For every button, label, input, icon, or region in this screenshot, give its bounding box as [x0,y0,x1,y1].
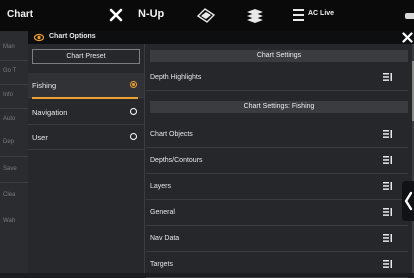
radio-icon[interactable] [130,133,137,140]
preset-option-fishing[interactable]: Fishing [28,73,144,98]
bg-item: Info [3,92,14,98]
menu-lines-icon[interactable] [383,260,393,268]
bg-item: Man [3,44,15,50]
row-label: Depths/Contours [150,157,203,164]
row-targets[interactable]: Targets [146,252,408,278]
close-pane-icon[interactable] [109,8,123,22]
preset-label: Navigation [32,108,68,117]
layers-icon[interactable] [246,9,264,23]
row-label: Nav Data [150,235,180,242]
row-layers[interactable]: Layers [146,174,408,200]
chevron-left-icon[interactable] [398,181,414,221]
aclive-label: AC Live [308,10,335,17]
bg-item: Auto [3,116,16,122]
close-icon[interactable] [402,32,413,43]
row-nav-data[interactable]: Nav Data [146,226,408,252]
row-label: Layers [150,183,172,190]
preset-label: Fishing [32,81,57,90]
divider [0,60,28,61]
row-label: Chart Objects [150,131,193,138]
eye-chart-icon [34,33,44,42]
chart-settings-header: Chart Settings [150,50,408,62]
row-label: Targets [150,261,173,268]
row-label: Depth Highlights [150,74,202,81]
preset-label: User [32,133,48,142]
preset-option-navigation[interactable]: Navigation [28,100,144,125]
row-depth-highlights[interactable]: Depth Highlights [146,65,408,91]
panel-title: Chart Options [49,33,96,40]
divider [0,108,28,109]
chart-tab-label[interactable]: Chart [7,9,33,20]
nup-button[interactable]: N-Up [138,8,164,20]
row-chart-objects[interactable]: Chart Objects [146,122,408,148]
row-general[interactable]: General [146,200,408,226]
menu-lines-icon[interactable] [383,182,393,190]
chart-preset-header: Chart Preset [32,49,140,64]
menu-lines-icon[interactable] [383,73,393,81]
preset-column: Chart Preset Fishing Navigation User [28,44,145,273]
divider [0,156,28,157]
menu-lines-icon[interactable] [383,156,393,164]
top-bar: Chart N-Up AC Live [0,0,414,32]
bg-item: Save [3,166,17,172]
divider [0,182,28,183]
bg-item: Go T [3,68,17,74]
chart-settings-fishing-header: Chart Settings: Fishing [150,101,408,113]
panel-header: Chart Options [28,31,414,44]
menu-lines-icon[interactable] [383,234,393,242]
background-sidebar: Man Go T Info Auto Dep Save Clea Wah [0,32,28,273]
bg-item: Wah [3,218,16,224]
radio-icon[interactable] [130,108,137,115]
row-depths-contours[interactable]: Depths/Contours [146,148,408,174]
menu-lines-icon[interactable] [383,130,393,138]
chart-map-icon[interactable] [196,7,216,24]
menu-lines-icon[interactable] [383,208,393,216]
chart-options-panel: Chart Options Chart Preset Fishing Navig… [28,31,414,278]
preset-option-user[interactable]: User [28,125,144,150]
row-label: General [150,209,175,216]
bg-item: Clea [3,192,16,198]
settings-column: Chart Settings Depth Highlights Chart Se… [146,44,414,278]
divider [0,84,28,85]
selected-accent-bar [32,97,138,99]
bg-item: Dep [3,139,15,145]
topbar-edge-tab[interactable] [405,13,414,19]
radio-selected-icon[interactable] [130,81,137,88]
